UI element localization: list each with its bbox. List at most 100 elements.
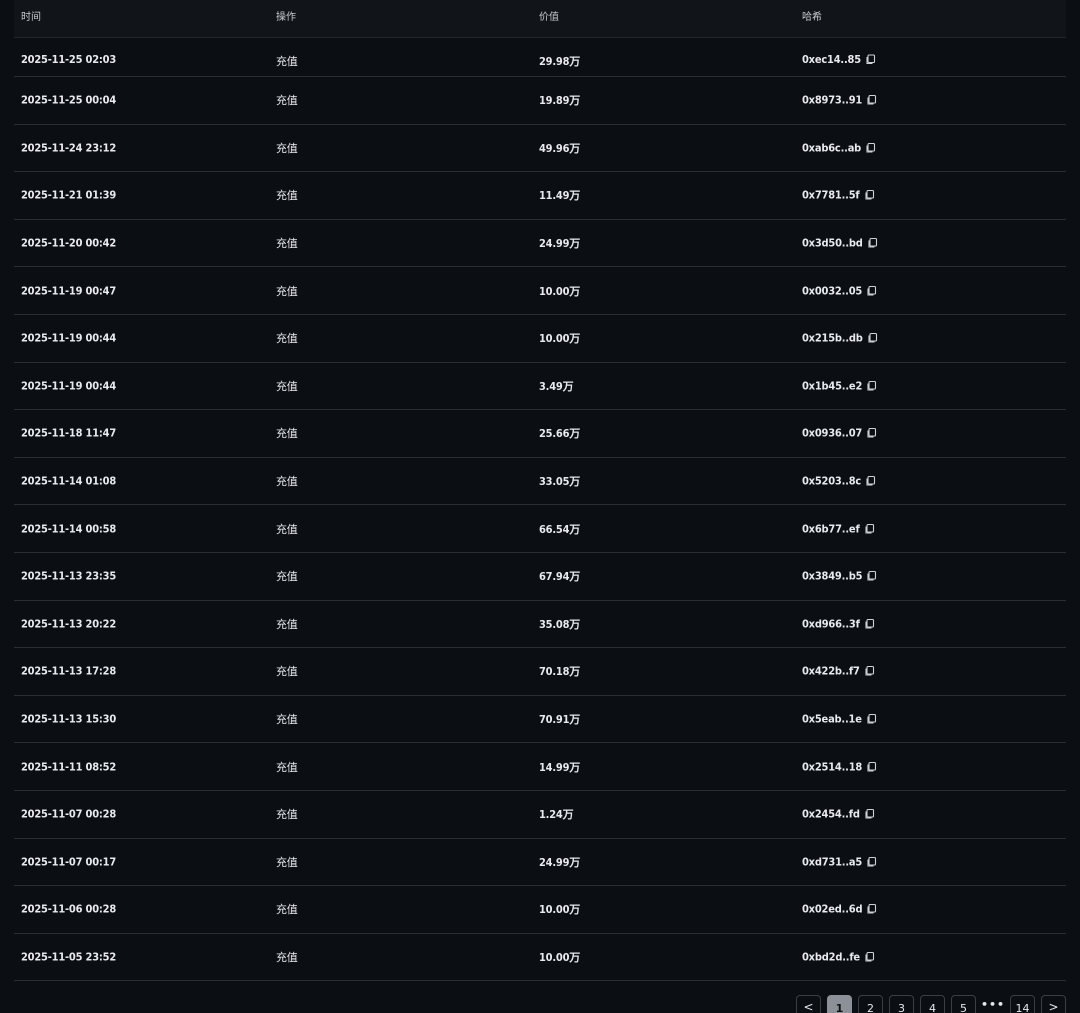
cell-operation: 充值 [276, 189, 298, 203]
copy-icon[interactable] [866, 380, 877, 391]
copy-icon[interactable] [864, 666, 875, 677]
cell-time: 2025-11-19 00:44 [21, 379, 117, 393]
hash-text[interactable]: 0xbd2d..fe [802, 950, 860, 963]
prev-page-button[interactable]: < [796, 995, 821, 1013]
cell-hash: 0x422b..f7 [802, 665, 875, 678]
hash-text[interactable]: 0x5203..8c [802, 475, 861, 488]
page-button-3[interactable]: 3 [889, 995, 914, 1013]
copy-icon[interactable] [864, 618, 875, 629]
cell-hash: 0x6b77..ef [802, 522, 875, 535]
table-row: 2025-11-21 01:39 充值 11.49万 0x7781..5f [14, 172, 1066, 220]
pagination: < 12345 ••• 14 > [796, 995, 1066, 1013]
page-button-last[interactable]: 14 [1010, 995, 1035, 1013]
hash-text[interactable]: 0xd966..3f [802, 617, 860, 630]
table-row: 2025-11-14 00:58 充值 66.54万 0x6b77..ef [14, 505, 1066, 553]
copy-icon[interactable] [864, 809, 875, 820]
cell-hash: 0xec14..85 [802, 53, 876, 66]
page-button-4[interactable]: 4 [920, 995, 945, 1013]
cell-time: 2025-11-13 20:22 [21, 617, 117, 631]
cell-hash: 0x0032..05 [802, 284, 877, 297]
cell-operation: 充值 [276, 617, 298, 631]
hash-text[interactable]: 0x422b..f7 [802, 665, 860, 678]
hash-text[interactable]: 0xd731..a5 [802, 855, 862, 868]
cell-operation: 充值 [276, 141, 298, 155]
header-time[interactable]: 时间 [21, 8, 41, 23]
pagination-ellipsis[interactable]: ••• [981, 995, 1004, 1013]
copy-icon[interactable] [864, 951, 875, 962]
cell-value: 10.00万 [539, 903, 581, 917]
copy-icon[interactable] [866, 713, 877, 725]
hash-text[interactable]: 0x3d50..bd [802, 237, 863, 250]
cell-hash: 0xd731..a5 [802, 855, 877, 868]
copy-icon[interactable] [865, 475, 876, 487]
cell-operation: 充值 [276, 665, 298, 679]
cell-value: 3.49万 [539, 379, 574, 393]
header-value[interactable]: 价值 [539, 8, 559, 23]
copy-icon[interactable] [866, 285, 877, 296]
copy-icon[interactable] [865, 54, 876, 65]
table-row: 2025-11-11 08:52 充值 14.99万 0x2514..18 [14, 743, 1066, 791]
cell-hash: 0x3849..b5 [802, 570, 877, 583]
cell-operation: 充值 [276, 427, 298, 441]
cell-hash: 0x2454..fd [802, 808, 875, 821]
copy-icon[interactable] [866, 856, 877, 867]
hash-text[interactable]: 0x3849..b5 [802, 570, 863, 583]
cell-time: 2025-11-19 00:47 [21, 284, 117, 298]
hash-text[interactable]: 0xec14..85 [802, 53, 861, 66]
hash-text[interactable]: 0x2454..fd [802, 808, 860, 821]
hash-text[interactable]: 0x0936..07 [802, 427, 862, 440]
table-row: 2025-11-13 23:35 充值 67.94万 0x3849..b5 [14, 553, 1066, 601]
hash-text[interactable]: 0x2514..18 [802, 760, 862, 773]
next-page-button[interactable]: > [1041, 995, 1066, 1013]
table-row: 2025-11-14 01:08 充值 33.05万 0x5203..8c [14, 458, 1066, 506]
cell-value: 25.66万 [539, 427, 581, 441]
copy-icon[interactable] [864, 190, 875, 201]
copy-icon[interactable] [866, 571, 877, 582]
copy-icon[interactable] [866, 95, 877, 106]
table-row: 2025-11-07 00:28 充值 1.24万 0x2454..fd [14, 791, 1066, 839]
header-operation[interactable]: 操作 [276, 8, 296, 23]
cell-hash: 0x8973..91 [802, 94, 877, 107]
cell-time: 2025-11-18 11:47 [21, 426, 117, 440]
cell-hash: 0x5203..8c [802, 475, 876, 488]
hash-text[interactable]: 0x0032..05 [802, 284, 862, 297]
cell-value: 35.08万 [539, 617, 581, 631]
table-header: 时间 操作 价值 哈希 [14, 0, 1066, 38]
cell-hash: 0x2514..18 [802, 760, 877, 773]
copy-icon[interactable] [864, 523, 875, 534]
cell-operation: 充值 [276, 713, 298, 727]
cell-time: 2025-11-13 23:35 [21, 569, 117, 583]
cell-time: 2025-11-19 00:44 [21, 331, 117, 345]
cell-operation: 充值 [276, 570, 298, 584]
cell-hash: 0x7781..5f [802, 189, 875, 202]
copy-icon[interactable] [867, 238, 878, 249]
copy-icon[interactable] [866, 761, 877, 772]
hash-text[interactable]: 0x215b..db [802, 332, 863, 345]
hash-text[interactable]: 0x8973..91 [802, 94, 862, 107]
copy-icon[interactable] [866, 904, 877, 915]
cell-time: 2025-11-25 02:03 [21, 53, 117, 66]
hash-text[interactable]: 0x1b45..e2 [802, 379, 862, 392]
copy-icon[interactable] [866, 428, 877, 439]
table-row: 2025-11-07 00:17 充值 24.99万 0xd731..a5 [14, 839, 1066, 887]
cell-time: 2025-11-07 00:28 [21, 807, 117, 821]
page-button-5[interactable]: 5 [951, 995, 976, 1013]
page-button-1[interactable]: 1 [827, 995, 852, 1013]
page-button-2[interactable]: 2 [858, 995, 883, 1013]
hash-text[interactable]: 0x7781..5f [802, 189, 860, 202]
hash-text[interactable]: 0x02ed..6d [802, 903, 863, 916]
hash-text[interactable]: 0xab6c..ab [802, 141, 861, 154]
table-row: 2025-11-19 00:44 充值 3.49万 0x1b45..e2 [14, 363, 1066, 411]
hash-text[interactable]: 0x6b77..ef [802, 522, 860, 535]
chevron-left-icon: < [803, 1000, 814, 1013]
cell-time: 2025-11-14 00:58 [21, 522, 117, 536]
copy-icon[interactable] [865, 142, 876, 153]
cell-value: 24.99万 [539, 237, 581, 251]
hash-text[interactable]: 0x5eab..1e [802, 713, 862, 726]
table-row: 2025-11-19 00:44 充值 10.00万 0x215b..db [14, 315, 1066, 363]
header-hash[interactable]: 哈希 [802, 8, 822, 23]
cell-operation: 充值 [276, 475, 298, 489]
table-body: 2025-11-25 02:03 充值 29.98万 0xec14..85 2025-1… [14, 38, 1066, 982]
cell-hash: 0xd966..3f [802, 617, 875, 630]
copy-icon[interactable] [867, 333, 878, 344]
